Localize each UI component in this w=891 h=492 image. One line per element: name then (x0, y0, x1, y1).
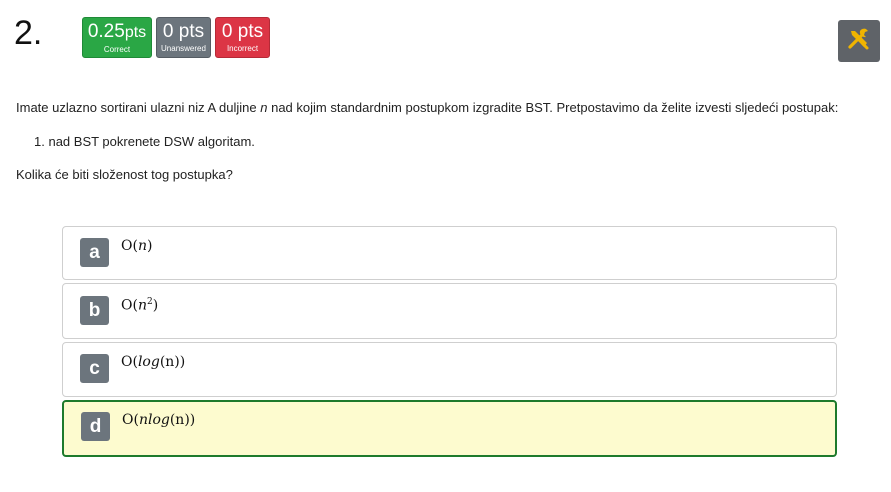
score-badges: 0.25pts Correct 0 pts Unanswered 0 pts I… (82, 17, 270, 58)
answer-option-a[interactable]: a O(n) (62, 226, 837, 280)
question-number: 2. (14, 14, 43, 52)
question-intro: Imate uzlazno sortirani ulazni niz A dul… (16, 100, 839, 115)
unanswered-points-badge: 0 pts Unanswered (156, 17, 211, 58)
unanswered-points-value: 0 (162, 21, 174, 42)
answer-letter-c: c (80, 354, 109, 383)
correct-points-label: Correct (103, 45, 131, 54)
step-text: nad BST pokrenete DSW algoritam. (48, 134, 255, 149)
step-number: 1. (34, 134, 45, 149)
tools-button[interactable] (838, 20, 880, 62)
incorrect-points-label: Incorrect (226, 44, 259, 53)
answer-letter-b: b (80, 296, 109, 325)
answer-text-c: O(log(n)) (121, 354, 186, 370)
answer-letter-d: d (81, 412, 110, 441)
correct-points-badge: 0.25pts Correct (82, 17, 152, 58)
step-item: 1. nad BST pokrenete DSW algoritam. (34, 134, 255, 149)
incorrect-points-value: 0 (221, 21, 233, 42)
answer-text-a: O(n) (121, 238, 153, 254)
answer-options: a O(n) b O(n2) c O(log(n)) d O(nlog(n)) (62, 226, 837, 460)
answer-option-c[interactable]: c O(log(n)) (62, 342, 837, 397)
correct-points-value: 0.25 (87, 21, 125, 42)
answer-option-d[interactable]: d O(nlog(n)) (62, 400, 837, 457)
answer-option-b[interactable]: b O(n2) (62, 283, 837, 339)
answer-letter-a: a (80, 238, 109, 267)
unanswered-points-label: Unanswered (161, 44, 206, 53)
answer-text-b: O(n2) (121, 297, 159, 314)
tools-icon (847, 27, 871, 56)
incorrect-points-badge: 0 pts Incorrect (215, 17, 270, 58)
correct-points-unit: pts (124, 24, 147, 41)
unanswered-points-unit: pts (178, 21, 205, 42)
incorrect-points-unit: pts (237, 21, 264, 42)
question-ask: Kolika će biti složenost tog postupka? (16, 167, 233, 182)
answer-text-d: O(nlog(n)) (122, 412, 196, 428)
